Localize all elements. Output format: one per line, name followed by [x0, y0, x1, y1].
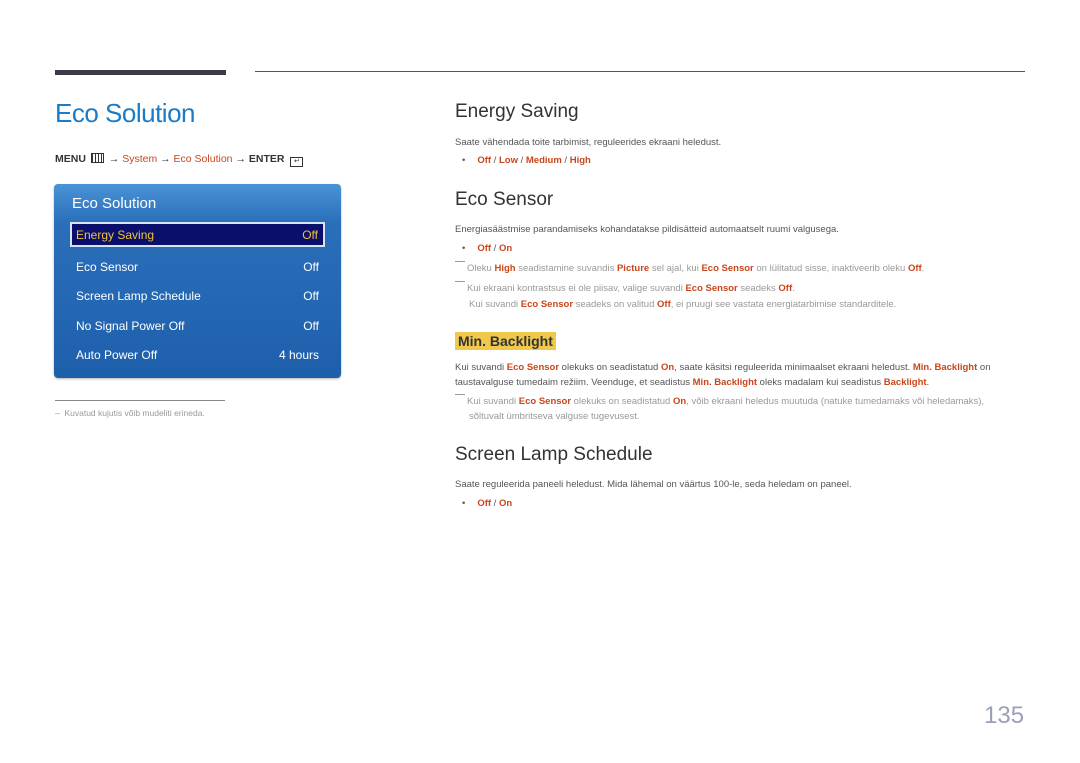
- heading-screen-lamp-schedule: Screen Lamp Schedule: [455, 444, 653, 465]
- eco-sensor-note-1: Oleku High seadistamine suvandis Picture…: [455, 261, 924, 277]
- eco-sensor-desc: Energiasäästmise parandamiseks kohandata…: [455, 224, 839, 235]
- menu-item-label: No Signal Power Off: [76, 319, 185, 333]
- footnote-text: Kuvatud kujutis võib mudeliti erineda.: [64, 408, 205, 418]
- option: Low: [498, 155, 518, 166]
- menu-title: Eco Solution: [72, 195, 157, 212]
- menu-item-value: 4 hours: [278, 348, 319, 362]
- footnote-divider: [55, 400, 225, 401]
- page-title: Eco Solution: [55, 98, 195, 128]
- menu-item-auto-power-off[interactable]: Auto Power Off 4 hours: [70, 342, 325, 367]
- option: On: [498, 243, 513, 254]
- screen-lamp-schedule-desc: Saate reguleerida paneeli heledust. Mida…: [455, 479, 852, 490]
- eco-sensor-options: • Off / On: [462, 243, 513, 254]
- menu-item-value: Off: [302, 228, 318, 242]
- breadcrumb-menu: MENU: [55, 153, 86, 165]
- option: On: [498, 498, 513, 509]
- footnote: – Kuvatud kujutis võib mudeliti erineda.: [55, 408, 205, 418]
- menu-item-label: Energy Saving: [76, 228, 155, 242]
- breadcrumb-system: System: [122, 153, 158, 165]
- menu-item-label: Eco Sensor: [76, 260, 139, 274]
- arrow: →: [108, 153, 120, 165]
- min-backlight-desc: Kui suvandi Eco Sensor olekuks on seadis…: [455, 362, 991, 388]
- screen-lamp-schedule-options: • Off / On: [462, 498, 513, 509]
- page-number: 135: [984, 702, 1025, 729]
- arrow: →: [235, 153, 246, 165]
- menu-item-label: Auto Power Off: [76, 348, 158, 362]
- menu-item-no-signal-power-off[interactable]: No Signal Power Off Off: [70, 313, 325, 338]
- option: Off: [477, 243, 492, 254]
- breadcrumb-eco-solution: Eco Solution: [173, 153, 233, 165]
- breadcrumb: MENU → System → Eco Solution → ENTER ↵: [55, 153, 304, 167]
- arrow: →: [160, 153, 171, 165]
- menu-item-value: Off: [303, 260, 319, 274]
- min-backlight-note: Kui suvandi Eco Sensor olekuks on seadis…: [455, 394, 984, 423]
- eco-sensor-note-2: Kui ekraani kontrastsus ei ole piisav, v…: [455, 281, 896, 313]
- menu-item-value: Off: [303, 289, 319, 303]
- eco-solution-menu: Eco Solution Energy Saving Off Eco Senso…: [54, 184, 341, 378]
- menu-item-screen-lamp-schedule[interactable]: Screen Lamp Schedule Off: [70, 283, 325, 308]
- option: Off: [477, 155, 492, 166]
- header-rule: [255, 71, 1025, 72]
- breadcrumb-enter: ENTER: [248, 153, 285, 165]
- enter-icon: ↵: [290, 157, 304, 167]
- option: High: [569, 155, 591, 166]
- menu-item-energy-saving[interactable]: Energy Saving Off: [70, 222, 325, 247]
- energy-saving-options: • Off / Low / Medium / High: [462, 155, 591, 166]
- menu-item-label: Screen Lamp Schedule: [76, 289, 201, 303]
- heading-eco-sensor: Eco Sensor: [455, 189, 554, 210]
- energy-saving-desc: Saate vähendada toite tarbimist, regulee…: [455, 137, 722, 148]
- option: Off: [477, 498, 492, 509]
- menu-item-value: Off: [303, 319, 319, 333]
- header-bar-thick: [55, 70, 226, 75]
- option: Medium: [525, 155, 562, 166]
- menu-icon: [90, 153, 104, 163]
- heading-min-backlight: Min. Backlight: [455, 332, 556, 350]
- menu-item-eco-sensor[interactable]: Eco Sensor Off: [70, 254, 325, 279]
- heading-energy-saving: Energy Saving: [455, 101, 579, 122]
